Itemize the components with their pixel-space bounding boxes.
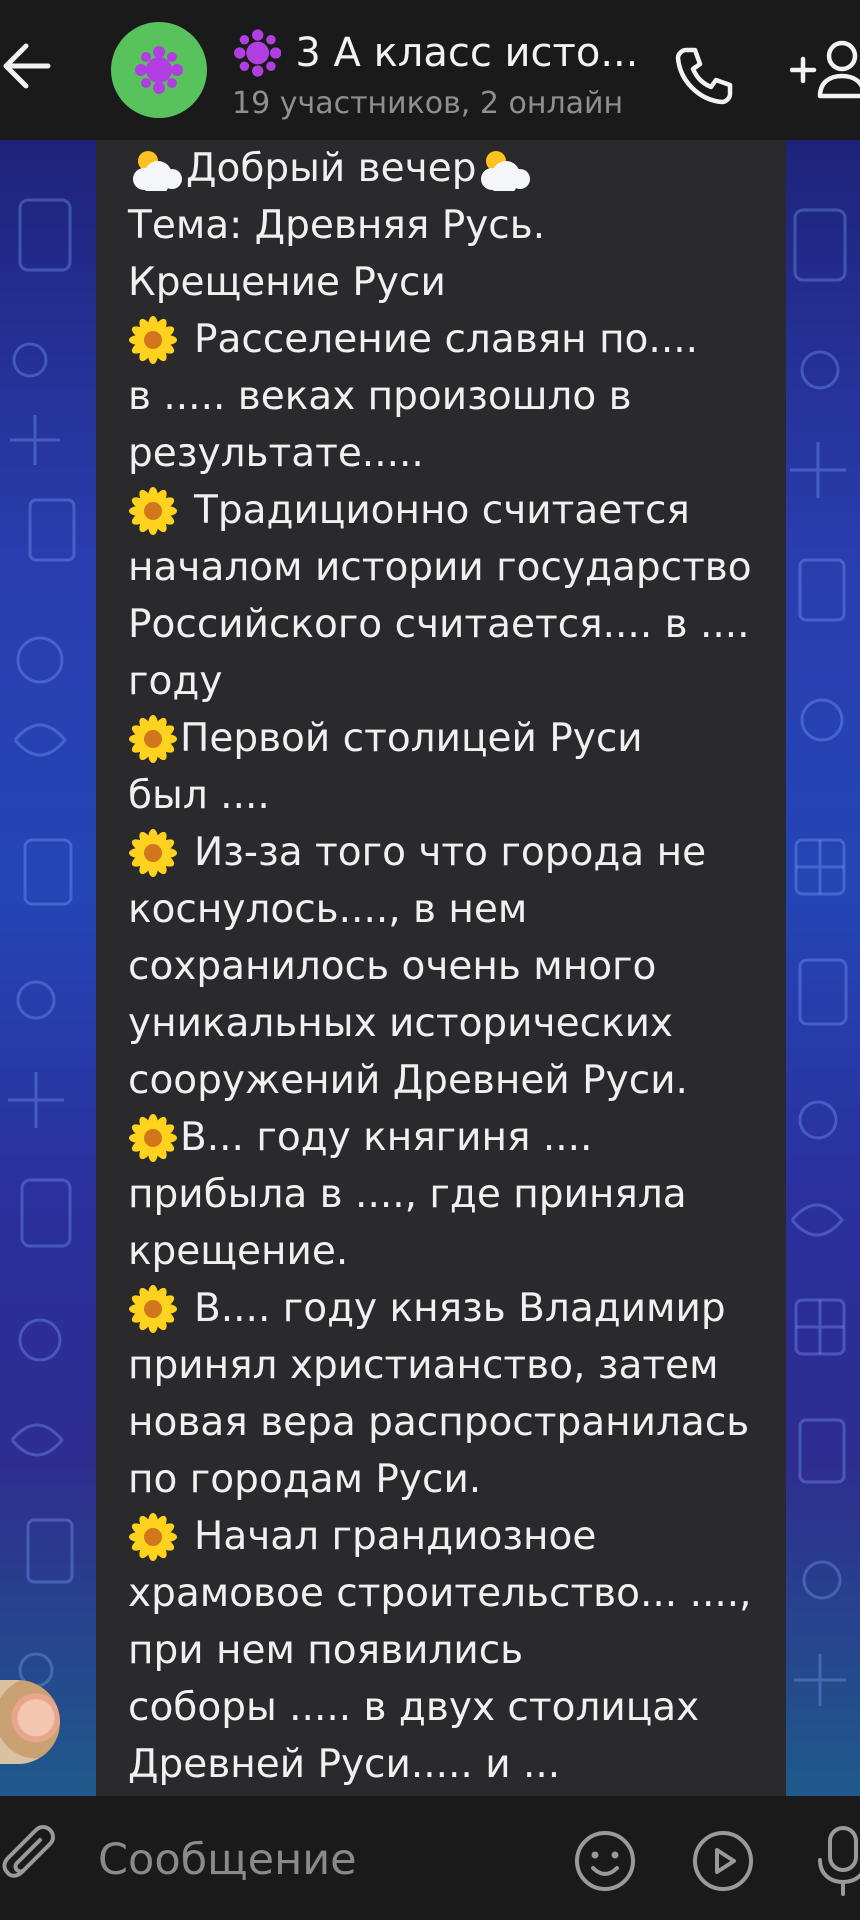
message-line-text: был .... — [128, 773, 270, 818]
message-line-text: Расселение славян по.... — [194, 317, 699, 362]
message-line-text: Древней Руси..... и ... — [128, 1742, 561, 1787]
message-line-text: Традиционно считается — [194, 488, 690, 533]
message-line-text: коснулось...., в нем — [128, 887, 528, 932]
message-line: Древней Руси..... и ... — [128, 1736, 778, 1793]
message-line: крещение. — [128, 1223, 778, 1280]
message-line: прибыла в ...., где приняла — [128, 1166, 778, 1223]
message-line: коснулось...., в нем — [128, 881, 778, 938]
message-line-text: при нем появились — [128, 1628, 524, 1673]
message-line: при нем появились — [128, 1622, 778, 1679]
message-line-text: сооружений Древней Руси. — [128, 1058, 688, 1103]
message-line-text: храмовое строительство... ...., — [128, 1571, 752, 1616]
message-line: сооружений Древней Руси. — [128, 1052, 778, 1109]
message-line-text: прибыла в ...., где приняла — [128, 1172, 687, 1217]
message-line-text: крещение. — [128, 1229, 349, 1274]
message-line-text: Крещение Руси — [128, 260, 446, 305]
daisy-emoji-icon — [128, 1284, 178, 1334]
message-line: Расселение славян по.... — [128, 311, 778, 368]
message-line: В.... году князь Владимир — [128, 1280, 778, 1337]
attach-button[interactable] — [0, 1824, 70, 1894]
message-line: началом истории государство — [128, 539, 778, 596]
message-line-text: Российского считается.... в .... — [128, 602, 750, 647]
message-bubble: Добрый вечер Тема: Древняя Русь. Крещение … — [96, 140, 786, 1796]
add-member-button[interactable] — [789, 30, 860, 110]
daisy-emoji-icon — [128, 1113, 178, 1163]
message-line-text: началом истории государство — [128, 545, 752, 590]
cloud-sun-emoji-icon — [476, 147, 532, 191]
paperclip-icon — [2, 1825, 55, 1878]
message-line: году — [128, 653, 778, 710]
message-line-text: в ..... веках произошло в — [128, 374, 632, 419]
daisy-emoji-icon — [128, 828, 178, 878]
chat-title: 3 А класс исто... — [295, 30, 634, 76]
message-line: Традиционно считается — [128, 482, 778, 539]
daisy-emoji-icon — [128, 1512, 178, 1562]
message-line: В... году княгиня .... — [128, 1109, 778, 1166]
composer-bar — [0, 1796, 860, 1920]
microphone-button[interactable] — [808, 1820, 860, 1900]
message-text: Добрый вечер Тема: Древняя Русь. Крещение … — [128, 140, 778, 1793]
message-line-text: принял христианство, затем — [128, 1343, 719, 1388]
message-line-text: соборы ..... в двух столицах — [128, 1685, 700, 1730]
message-line: Из-за того что города не — [128, 824, 778, 881]
message-line-text: сохранилось очень много — [128, 944, 657, 989]
message-line-text: году — [128, 659, 223, 704]
paint-splash-icon — [135, 46, 183, 94]
message-line: Начал грандиозное — [128, 1508, 778, 1565]
message-line: Первой столицей Руси — [128, 710, 778, 767]
message-line: сохранилось очень много — [128, 938, 778, 995]
emoji-button[interactable] — [570, 1826, 640, 1896]
daisy-emoji-icon — [128, 315, 178, 365]
chat-title-area[interactable]: 3 А класс исто... — [234, 28, 634, 78]
message-line: в ..... веках произошло в — [128, 368, 778, 425]
add-member-icon — [789, 40, 860, 99]
participants-status: 19 участников, 2 онлайн — [232, 86, 624, 121]
message-line-text: Первой столицей Руси — [180, 716, 643, 761]
message-line: Российского считается.... в .... — [128, 596, 778, 653]
message-line: храмовое строительство... ...., — [128, 1565, 778, 1622]
microphone-icon — [818, 1826, 860, 1896]
message-line-text: Начал грандиозное — [194, 1514, 597, 1559]
message-line: был .... — [128, 767, 778, 824]
group-avatar[interactable] — [111, 22, 207, 118]
message-line: новая вера распространилась — [128, 1394, 778, 1451]
message-line: результате..... — [128, 425, 778, 482]
message-line-text: Тема: Древняя Русь. — [128, 203, 546, 248]
message-line-text: Добрый вечер — [186, 146, 477, 191]
back-arrow-icon — [3, 43, 51, 89]
message-line: соборы ..... в двух столицах — [128, 1679, 778, 1736]
message-line-text: Из-за того что города не — [194, 830, 707, 875]
phone-icon — [675, 47, 733, 105]
daisy-emoji-icon — [128, 486, 178, 536]
call-button[interactable] — [668, 40, 738, 110]
message-line-text: уникальных исторических — [128, 1001, 673, 1046]
message-line-text: по городам Руси. — [128, 1457, 482, 1502]
message-line: уникальных исторических — [128, 995, 778, 1052]
message-line-text: новая вера распространилась — [128, 1400, 750, 1445]
message-line-text: В.... году князь Владимир — [194, 1286, 726, 1331]
video-message-button[interactable] — [688, 1826, 758, 1896]
message-line: по городам Руси. — [128, 1451, 778, 1508]
message-line-text: результате..... — [128, 431, 424, 476]
video-message-icon — [693, 1831, 753, 1891]
message-line: Крещение Руси — [128, 254, 778, 311]
message-line-text: В... году княгиня .... — [180, 1115, 593, 1160]
daisy-emoji-icon — [128, 714, 178, 764]
back-button[interactable] — [0, 26, 70, 106]
message-line: Добрый вечер — [128, 140, 778, 197]
paint-splash-icon — [234, 29, 282, 77]
message-line: принял христианство, затем — [128, 1337, 778, 1394]
message-input[interactable] — [96, 1826, 540, 1894]
cloud-sun-emoji-icon — [128, 147, 184, 191]
message-line: Тема: Древняя Русь. — [128, 197, 778, 254]
smiley-icon — [575, 1831, 635, 1891]
chat-header: 3 А класс исто... 19 участников, 2 онлай… — [0, 0, 860, 140]
